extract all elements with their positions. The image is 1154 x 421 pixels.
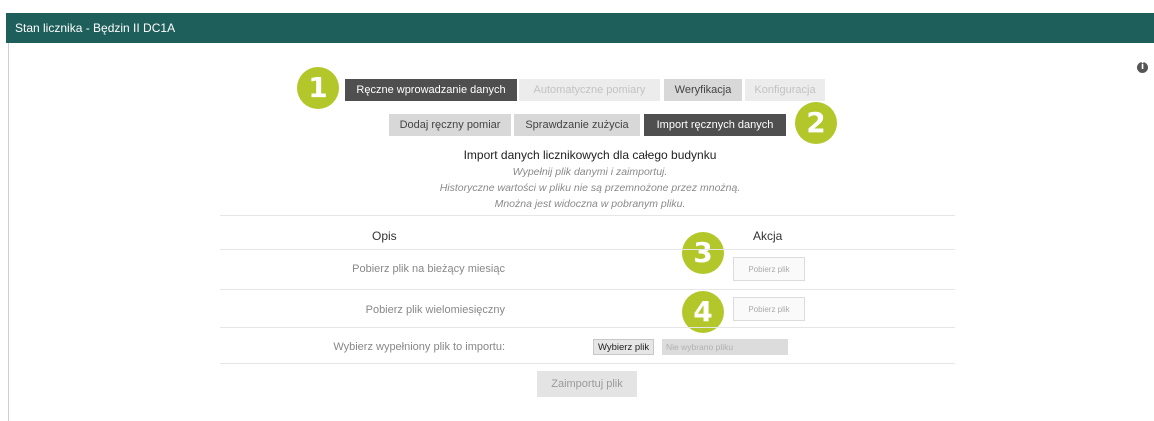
tab-manual-entry[interactable]: Ręczne wprowadzanie danych: [345, 79, 517, 101]
window-title: Stan licznika - Będzin II DC1A: [15, 21, 176, 35]
column-header-description: Opis: [372, 229, 397, 243]
choose-file-button[interactable]: Wybierz plik: [593, 339, 655, 355]
download-multi-month-button[interactable]: Pobierz plik: [733, 297, 805, 321]
table-divider: [220, 289, 955, 290]
info-icon[interactable]: i: [1137, 62, 1148, 73]
step-badge-3: 3: [682, 232, 724, 274]
column-header-action: Akcja: [753, 229, 783, 243]
row-label-choose-file: Wybierz wypełniony plik to importu:: [333, 341, 505, 353]
import-note-3: Mnożna jest widoczna w pobranym pliku.: [494, 198, 686, 210]
tab-usage-check[interactable]: Sprawdzanie zużycia: [514, 114, 640, 136]
table-divider: [220, 327, 955, 328]
tab-configuration: Konfiguracja: [745, 79, 825, 101]
step-badge-1: 1: [297, 67, 339, 109]
row-label-multi-month: Pobierz plik wielomiesięczny: [365, 304, 505, 316]
import-heading: Import danych licznikowych dla całego bu…: [463, 148, 717, 162]
tab-import-manual-data[interactable]: Import ręcznych danych: [644, 114, 786, 136]
row-label-current-month: Pobierz plik na bieżący miesiąc: [352, 263, 505, 275]
tab-automatic-measurements: Automatyczne pomiary: [519, 79, 660, 101]
tab-verification[interactable]: Weryfikacja: [664, 79, 742, 101]
step-badge-2: 2: [795, 102, 837, 144]
import-note-2: Historyczne wartości w pliku nie są prze…: [439, 182, 741, 194]
table-divider: [220, 215, 955, 216]
import-note-1: Wypełnij plik danymi i zaimportuj.: [512, 166, 668, 178]
download-current-month-button[interactable]: Pobierz plik: [733, 257, 805, 281]
table-divider: [220, 249, 955, 250]
import-file-button[interactable]: Zaimportuj plik: [537, 371, 637, 397]
file-status: Nie wybrano pliku: [662, 339, 788, 355]
table-divider: [220, 363, 955, 364]
tab-add-manual-reading[interactable]: Dodaj ręczny pomiar: [389, 114, 511, 136]
window-title-bar: Stan licznika - Będzin II DC1A: [6, 13, 1154, 43]
